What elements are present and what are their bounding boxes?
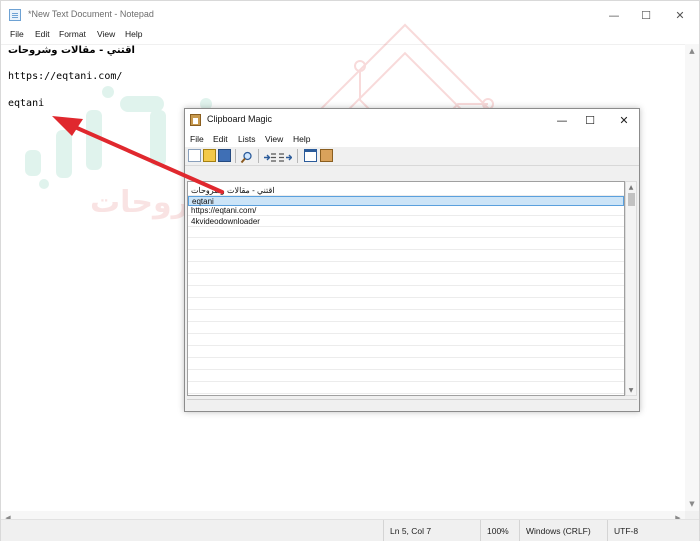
empty-row bbox=[188, 276, 624, 286]
notepad-menubar: File Edit Format View Help bbox=[1, 29, 699, 44]
clipboard-magic-status-bar bbox=[187, 399, 637, 410]
empty-row bbox=[188, 372, 624, 382]
clipboard-magic-window: Clipboard Magic — ☐ ✕ File Edit Lists Vi… bbox=[184, 108, 640, 412]
menu-help[interactable]: Help bbox=[125, 29, 142, 39]
empty-row bbox=[188, 384, 624, 394]
empty-row bbox=[188, 324, 624, 334]
empty-row bbox=[188, 240, 624, 250]
menu-file[interactable]: File bbox=[10, 29, 24, 39]
clipboard-history-list[interactable]: اقتني - مقالات وشروحات eqtani https://eq… bbox=[187, 181, 625, 396]
cm-close-button[interactable]: ✕ bbox=[611, 109, 637, 131]
notepad-vertical-scrollbar[interactable]: ▲ ▼ bbox=[685, 44, 699, 511]
scroll-down-icon[interactable]: ▼ bbox=[685, 497, 699, 511]
list-item-text: اقتني - مقالات وشروحات bbox=[191, 186, 275, 195]
status-zoom: 100% bbox=[480, 520, 519, 541]
toolbar-separator bbox=[297, 149, 298, 163]
notepad-status-bar: Ln 5, Col 7 100% Windows (CRLF) UTF-8 bbox=[1, 519, 699, 541]
scrollbar-thumb[interactable] bbox=[628, 193, 635, 206]
empty-row bbox=[188, 228, 624, 238]
clipboard-magic-menubar: File Edit Lists View Help bbox=[185, 131, 639, 147]
menu-edit[interactable]: Edit bbox=[35, 29, 50, 39]
clipboard-app-icon bbox=[190, 114, 201, 126]
menu-format[interactable]: Format bbox=[59, 29, 86, 39]
editor-line-1: اقتني - مقالات وشروحات bbox=[8, 45, 135, 56]
outdent-icon[interactable] bbox=[279, 149, 293, 162]
find-icon[interactable] bbox=[240, 149, 253, 164]
notepad-titlebar[interactable]: *New Text Document - Notepad — ☐ ✕ bbox=[1, 1, 699, 29]
cm-menu-help[interactable]: Help bbox=[293, 134, 310, 144]
list-item-text: https://eqtani.com/ bbox=[191, 206, 257, 215]
list-item-text: 4kvideodownloader bbox=[191, 217, 260, 226]
cm-menu-view[interactable]: View bbox=[265, 134, 283, 144]
cm-menu-lists[interactable]: Lists bbox=[238, 134, 255, 144]
maximize-button[interactable]: ☐ bbox=[629, 1, 663, 29]
toolbar-separator bbox=[235, 149, 236, 163]
new-icon[interactable] bbox=[188, 149, 201, 162]
list-item[interactable]: اقتني - مقالات وشروحات bbox=[188, 186, 624, 196]
toolbar-separator bbox=[258, 149, 259, 163]
notepad-app-icon bbox=[9, 9, 21, 21]
clipboard-list-scrollbar[interactable]: ▲ ▼ bbox=[625, 181, 637, 396]
empty-row bbox=[188, 348, 624, 358]
cm-menu-file[interactable]: File bbox=[190, 134, 204, 144]
empty-row bbox=[188, 300, 624, 310]
open-folder-icon[interactable] bbox=[203, 149, 216, 162]
empty-row bbox=[188, 288, 624, 298]
minimize-button[interactable]: — bbox=[597, 1, 631, 29]
status-line-endings: Windows (CRLF) bbox=[519, 520, 607, 541]
scroll-down-icon[interactable]: ▼ bbox=[626, 385, 636, 395]
empty-row bbox=[188, 336, 624, 346]
cm-maximize-button[interactable]: ☐ bbox=[577, 109, 603, 131]
clipboard-icon[interactable] bbox=[320, 149, 333, 162]
cm-menu-edit[interactable]: Edit bbox=[213, 134, 228, 144]
empty-row bbox=[188, 312, 624, 322]
list-item[interactable]: 4kvideodownloader bbox=[188, 217, 624, 227]
list-item-selected[interactable]: eqtani bbox=[188, 196, 624, 206]
empty-row bbox=[188, 360, 624, 370]
menu-view[interactable]: View bbox=[97, 29, 115, 39]
clipboard-magic-title: Clipboard Magic bbox=[207, 114, 273, 124]
indent-icon[interactable] bbox=[263, 149, 276, 162]
editor-line-5: eqtani bbox=[8, 98, 45, 109]
empty-row bbox=[188, 252, 624, 262]
scroll-up-icon[interactable]: ▲ bbox=[626, 182, 636, 192]
close-button[interactable]: ✕ bbox=[663, 1, 697, 29]
empty-row bbox=[188, 264, 624, 274]
status-position: Ln 5, Col 7 bbox=[383, 520, 480, 541]
save-icon[interactable] bbox=[218, 149, 231, 162]
clipboard-magic-titlebar[interactable]: Clipboard Magic — ☐ ✕ bbox=[185, 109, 639, 131]
cm-minimize-button[interactable]: — bbox=[549, 109, 575, 131]
notepad-title: *New Text Document - Notepad bbox=[28, 9, 154, 19]
status-encoding: UTF-8 bbox=[607, 520, 685, 541]
list-item[interactable]: https://eqtani.com/ bbox=[188, 206, 624, 216]
scroll-up-icon[interactable]: ▲ bbox=[685, 44, 699, 58]
editor-line-3: https://eqtani.com/ bbox=[8, 71, 123, 82]
clipboard-magic-toolbar bbox=[185, 147, 639, 166]
window-icon[interactable] bbox=[304, 149, 317, 162]
